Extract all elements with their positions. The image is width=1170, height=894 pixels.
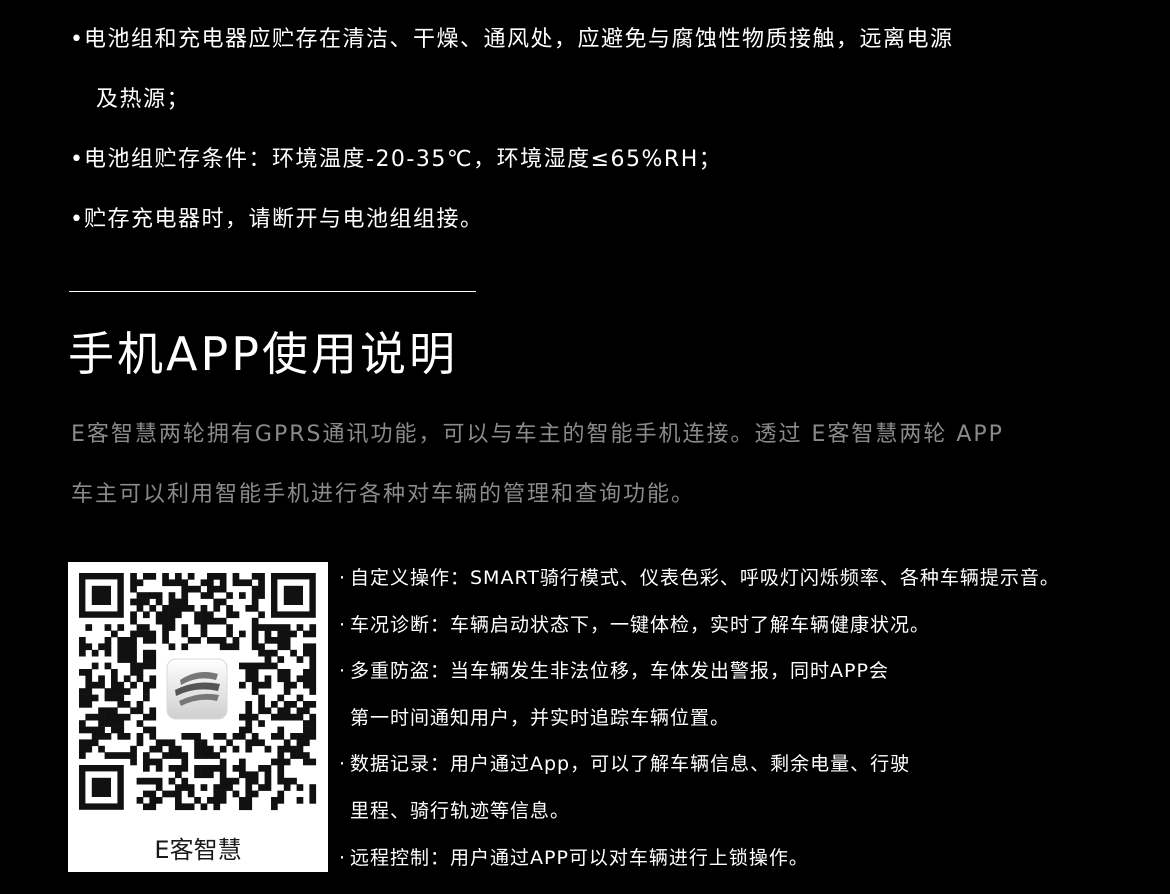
feature-item: · 多重防盗：当车辆发生非法位移，车体发出警报，同时APP会 <box>339 648 1159 695</box>
app-qr-code: E客智慧 <box>68 562 328 872</box>
storage-item: •电池组和充电器应贮存在清洁、干燥、通风处，应避免与腐蚀性物质接触，远离电源 <box>70 10 1130 70</box>
intro-line: 车主可以利用智能手机进行各种对车辆的管理和查询功能。 <box>71 482 696 507</box>
storage-item-text: 贮存充电器时，请断开与电池组组接。 <box>84 207 484 232</box>
bullet: · <box>339 846 347 869</box>
feature-item-text: 多重防盗：当车辆发生非法位移，车体发出警报，同时APP会 <box>350 660 889 683</box>
feature-item-text: 自定义操作：SMART骑行模式、仪表色彩、呼吸灯闪烁频率、各种车辆提示音。 <box>350 567 1060 589</box>
feature-item: · 车况诊断：车辆启动状态下，一键体检，实时了解车辆健康状况。 <box>339 602 1159 649</box>
bullet: • <box>70 147 85 172</box>
app-intro: E客智慧两轮拥有GPRS通讯功能，可以与车主的智能手机连接。透过 E客智慧两轮 … <box>71 405 1151 525</box>
intro-line: E客智慧两轮拥有GPRS通讯功能，可以与车主的智能手机连接。透过 E客智慧两轮 … <box>71 422 1004 447</box>
feature-item-continuation: 第一时间通知用户，并实时追踪车辆位置。 <box>350 706 731 729</box>
storage-item-continuation: 及热源； <box>96 87 191 112</box>
storage-item: •电池组贮存条件：环境温度-20-35℃，环境湿度≤65%RH； <box>70 130 1130 190</box>
section-title: 手机APP使用说明 <box>68 327 458 381</box>
qr-caption: E客智慧 <box>154 836 242 864</box>
app-features-list: · 自定义操作：SMART骑行模式、仪表色彩、呼吸灯闪烁频率、各种车辆提示音。 ·… <box>339 555 1159 881</box>
bullet: · <box>339 613 347 636</box>
storage-item-text: 电池组贮存条件：环境温度-20-35℃，环境湿度≤65%RH； <box>84 147 723 172</box>
feature-item: · 远程控制：用户通过APP可以对车辆进行上锁操作。 <box>339 835 1159 882</box>
feature-item: · 自定义操作：SMART骑行模式、仪表色彩、呼吸灯闪烁频率、各种车辆提示音。 <box>339 555 1159 602</box>
bullet: • <box>70 27 85 52</box>
qr-code-image <box>79 573 317 811</box>
feature-item-text: 车况诊断：车辆启动状态下，一键体检，实时了解车辆健康状况。 <box>350 613 931 636</box>
e-logo-icon <box>164 656 230 722</box>
storage-item: •贮存充电器时，请断开与电池组组接。 <box>70 190 1130 250</box>
feature-item-continuation: 里程、骑行轨迹等信息。 <box>350 799 571 822</box>
bullet: · <box>339 567 347 589</box>
storage-item-text: 电池组和充电器应贮存在清洁、干燥、通风处，应避免与腐蚀性物质接触，远离电源 <box>84 27 954 52</box>
feature-item: · 数据记录：用户通过App，可以了解车辆信息、剩余电量、行驶 <box>339 741 1159 788</box>
bullet: • <box>70 207 85 232</box>
bullet: · <box>339 753 347 776</box>
bullet: · <box>339 660 347 683</box>
section-divider <box>69 291 476 292</box>
storage-notes-list: •电池组和充电器应贮存在清洁、干燥、通风处，应避免与腐蚀性物质接触，远离电源 及… <box>70 10 1130 250</box>
feature-item-text: 数据记录：用户通过App，可以了解车辆信息、剩余电量、行驶 <box>350 753 911 776</box>
feature-item-text: 远程控制：用户通过APP可以对车辆进行上锁操作。 <box>350 846 809 869</box>
